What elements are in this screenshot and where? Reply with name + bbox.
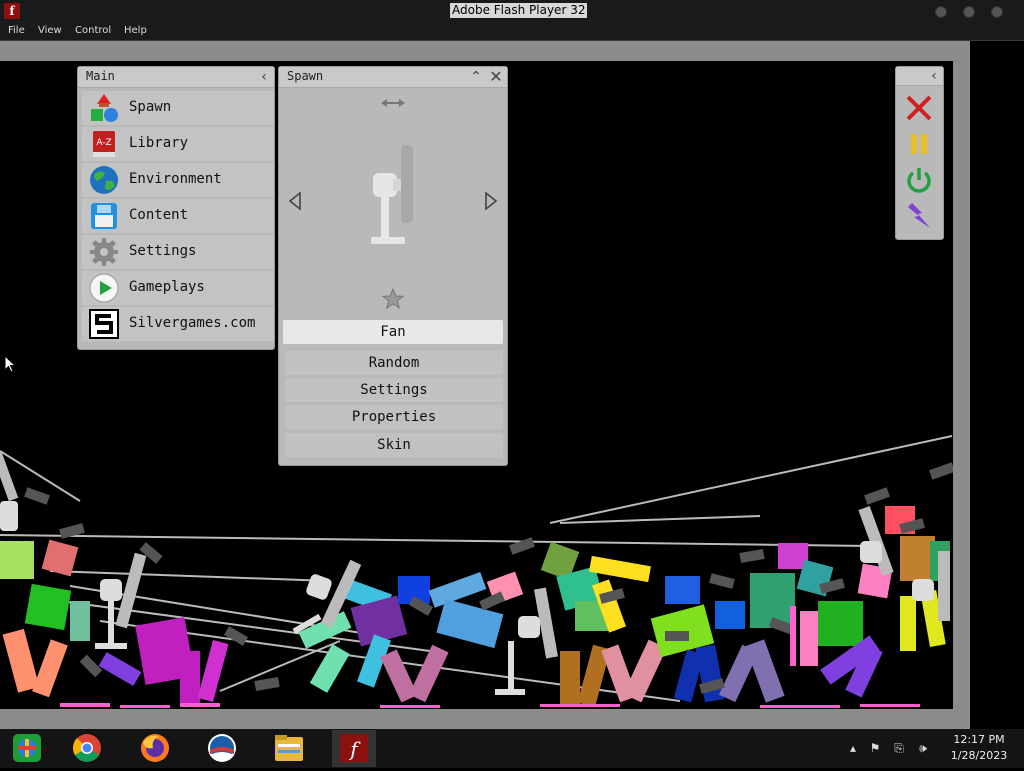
fan-preview-image — [371, 145, 413, 244]
library-book-icon: A-Z — [93, 131, 115, 157]
close-icon[interactable]: ✕ — [486, 67, 506, 87]
play-icon — [89, 273, 119, 303]
volume-icon[interactable]: 🕪 — [916, 741, 930, 755]
menu-bar: File View Control Help — [0, 22, 1024, 41]
clock-date: 1/28/2023 — [950, 749, 1008, 762]
resize-horizontal-icon[interactable] — [379, 95, 407, 111]
main-panel-header: Main ‹ — [78, 67, 274, 88]
spawn-panel-title: Spawn — [287, 69, 324, 83]
menu-help[interactable]: Help — [124, 25, 147, 36]
clock-time: 12:17 PM — [953, 733, 1005, 746]
collapse-chevron-icon[interactable]: ‹ — [254, 67, 274, 87]
close-button[interactable] — [991, 6, 1003, 18]
mouse-cursor-icon — [4, 355, 16, 373]
main-item-settings[interactable]: Settings — [82, 235, 274, 269]
title-bar: f Adobe Flash Player 32 — [0, 0, 1024, 22]
random-button[interactable]: Random — [285, 351, 503, 375]
power-icon[interactable] — [904, 165, 934, 195]
spawn-panel: Spawn ⌃ ✕ Fan Random Settings Properties… — [278, 66, 508, 466]
show-hidden-icons-chevron-icon[interactable]: ▴ — [846, 741, 860, 755]
taskbar: f ▴ ⚑ ⎘ 🕪 — [0, 729, 1024, 768]
menu-view[interactable]: View — [38, 25, 62, 36]
maximize-button[interactable] — [963, 6, 975, 18]
previous-arrow-icon[interactable] — [287, 191, 303, 211]
svg-text:A-Z: A-Z — [96, 138, 111, 148]
ie-icon[interactable] — [5, 730, 49, 767]
menu-file[interactable]: File — [8, 25, 25, 36]
floppy-disk-icon — [91, 203, 117, 229]
lightning-icon[interactable] — [904, 201, 934, 231]
stage-frame-top — [0, 41, 970, 61]
silvergames-logo-icon — [89, 309, 119, 339]
chrome-icon[interactable] — [65, 730, 109, 767]
main-item-content[interactable]: Content — [82, 199, 274, 233]
clear-x-icon[interactable] — [904, 93, 934, 123]
control-panel-header: ‹ — [896, 67, 943, 86]
settings-button[interactable]: Settings — [285, 378, 503, 402]
spawn-shapes-icon — [91, 94, 118, 122]
favorite-star-icon[interactable] — [381, 287, 405, 311]
main-item-spawn[interactable]: Spawn — [82, 91, 274, 125]
menu-control[interactable]: Control — [75, 25, 111, 36]
network-icon[interactable]: ⎘ — [892, 741, 906, 755]
spawn-panel-header: Spawn ⌃ ✕ — [279, 67, 507, 88]
next-arrow-icon[interactable] — [483, 191, 499, 211]
properties-button[interactable]: Properties — [285, 405, 503, 429]
globe-icon — [90, 166, 118, 194]
skin-button[interactable]: Skin — [285, 433, 503, 457]
main-panel-title: Main — [86, 69, 115, 83]
stage-frame-right — [953, 41, 970, 729]
main-item-silvergames[interactable]: Silvergames.com — [82, 307, 274, 341]
firefox-icon[interactable] — [133, 730, 177, 767]
main-item-gameplays[interactable]: Gameplays — [82, 271, 274, 305]
selected-item-fan[interactable]: Fan — [283, 320, 503, 344]
stage-frame-bottom — [0, 709, 970, 729]
system-clock[interactable]: 12:17 PM 1/28/2023 — [945, 732, 1013, 764]
gear-icon — [90, 238, 118, 266]
collapse-chevron-icon[interactable]: ‹ — [926, 67, 942, 85]
minimize-button[interactable] — [935, 6, 947, 18]
control-panel: ‹ — [895, 66, 944, 240]
flag-icon[interactable]: ⚑ — [868, 741, 882, 755]
pause-icon[interactable] — [904, 129, 934, 159]
window-title: Adobe Flash Player 32 — [450, 3, 588, 18]
collapse-up-chevron-icon[interactable]: ⌃ — [466, 67, 486, 87]
main-item-environment[interactable]: Environment — [82, 163, 274, 197]
file-explorer-icon[interactable] — [267, 730, 311, 767]
main-panel: Main ‹ Spawn A-Z Library Environment Con… — [77, 66, 275, 350]
campaign-logo-icon[interactable] — [200, 730, 244, 767]
main-item-library[interactable]: A-Z Library — [82, 127, 274, 161]
flash-icon: f — [4, 3, 20, 19]
flash-player-icon[interactable]: f — [332, 730, 376, 767]
